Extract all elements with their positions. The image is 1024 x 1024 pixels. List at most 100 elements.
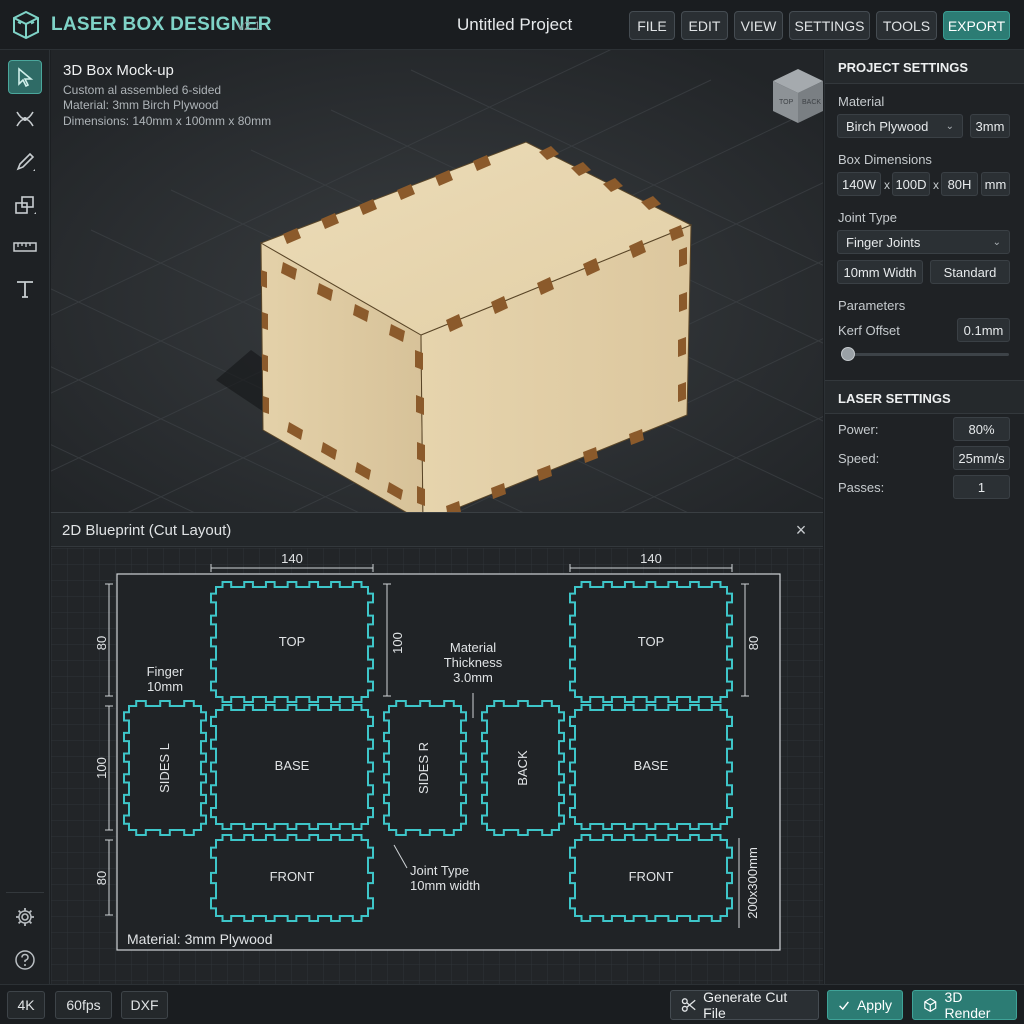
settings-tool-button[interactable] [8,900,42,934]
project-settings-heading: PROJECT SETTINGS [825,50,1024,84]
dim-width-right: 140 [640,551,662,566]
viewport-description: Custom al assembled 6-sided [63,83,222,97]
check-icon [839,1000,849,1010]
joint-annotation-line1: Joint Type [410,863,469,878]
power-label: Power: [838,422,879,437]
blueprint-panel: 2D Blueprint (Cut Layout) × 140 140 80 1… [51,512,823,985]
dim-separator-1: x [884,178,890,192]
export-button[interactable]: EXPORT [943,11,1010,40]
view-cube-back-label: BACK [802,99,821,106]
blueprint-title: 2D Blueprint (Cut Layout) [62,522,232,539]
settings-menu-button[interactable]: SETTINGS [789,11,870,40]
part-label-base-1: BASE [275,758,310,773]
help-icon [15,950,35,970]
format-chip[interactable]: DXF [121,991,168,1019]
joint-style-select[interactable]: Standard [930,260,1010,284]
depth-field[interactable]: 100D [892,172,930,196]
3d-viewport[interactable]: TOP BACK 3D Box Mock-up Custom al assemb… [51,50,823,512]
dim-right-height: 80 [746,636,761,650]
right-panel: PROJECT SETTINGS Material Birch Plywood … [824,50,1024,984]
material-footer: Material: 3mm Plywood [127,931,273,947]
material-label: Material [838,94,885,109]
pen-icon [16,152,35,171]
top-bar: LASER BOX DESIGNER v2.1 Untitled Project… [0,0,1024,50]
help-tool-button[interactable] [8,943,42,977]
joint-width-field[interactable]: 10mm Width [837,260,923,284]
shapes-icon [15,196,36,214]
ruler-icon [13,242,37,252]
passes-field[interactable]: 1 [953,475,1010,499]
thickness-annotation-line1: Material [450,640,496,655]
joint-type-select[interactable]: Finger Joints ⌄ [837,230,1010,254]
3d-render-button[interactable]: 3D Render [912,989,1017,1021]
kerf-offset-label: Kerf Offset [838,323,900,338]
part-label-front-2: FRONT [629,869,674,884]
bottom-bar: 4K 60fps DXF Generate Cut File Apply 3D … [0,984,1024,1024]
chevron-down-icon: ⌄ [992,236,1001,248]
width-field[interactable]: 140W [837,172,881,196]
joint-type-label: Joint Type [838,210,898,225]
tools-menu-button[interactable]: TOOLS [876,11,937,40]
close-icon[interactable]: × [791,520,811,540]
select-icon [18,67,34,87]
thickness-field[interactable]: 3mm [970,114,1010,138]
render-label: 3D Render [944,989,991,1021]
shapes-tool-button[interactable] [8,188,42,222]
viewport-title: 3D Box Mock-up [63,62,174,79]
ruler-tool-button[interactable] [8,230,42,264]
node-edit-tool-button[interactable] [8,102,42,136]
power-field[interactable]: 80% [953,417,1010,441]
part-label-top-1: TOP [279,634,306,649]
height-field[interactable]: 80H [941,172,978,196]
finger-annotation-line1: Finger [147,664,185,679]
apply-button[interactable]: Apply [827,990,903,1020]
dim-separator-2: x [933,178,939,192]
box-logo-icon [13,10,39,40]
part-label-top-2: TOP [638,634,665,649]
unit-select[interactable]: mm [981,172,1010,196]
resolution-chip[interactable]: 4K [7,991,45,1019]
view-cube-top-label: TOP [779,99,794,106]
material-select[interactable]: Birch Plywood ⌄ [837,114,963,138]
text-icon [17,281,33,298]
dim-front-height: 80 [94,871,109,885]
passes-label: Passes: [838,480,885,495]
speed-field[interactable]: 25mm/s [953,446,1010,470]
project-title[interactable]: Untitled Project [457,15,572,35]
pen-tool-button[interactable] [8,145,42,179]
viewport-dimensions: Dimensions: 140mm x 100mm x 80mm [63,114,272,128]
fps-chip[interactable]: 60fps [55,991,112,1019]
kerf-offset-field[interactable]: 0.1mm [957,318,1010,342]
blueprint-header: 2D Blueprint (Cut Layout) × [51,513,823,547]
dim-center-height: 100 [390,632,405,654]
generate-cut-file-button[interactable]: Generate Cut File [670,989,819,1021]
laser-settings-heading: LASER SETTINGS [825,380,1024,414]
app-version: v2.1 [238,19,261,33]
thickness-annotation-line2: Thickness [444,655,503,670]
joint-type-value: Finger Joints [846,234,921,250]
parameters-label: Parameters [838,298,906,313]
cube-icon [924,997,937,1013]
kerf-slider-track[interactable] [843,353,1009,356]
node-edit-icon [16,111,34,127]
speed-label: Speed: [838,451,880,466]
select-tool-button[interactable] [8,60,42,94]
material-value: Birch Plywood [846,118,929,134]
edit-menu-button[interactable]: EDIT [681,11,728,40]
part-label-front-1: FRONT [270,869,315,884]
sheet-size-label: 200x300mm [745,847,760,919]
view-menu-button[interactable]: VIEW [734,11,783,40]
part-label-sides-r: SIDES R [416,742,431,794]
gear-icon [16,908,34,926]
kerf-slider-handle[interactable] [841,347,855,361]
file-menu-button[interactable]: FILE [629,11,675,40]
box-dimensions-label: Box Dimensions [838,152,932,167]
chevron-down-icon: ⌄ [945,120,954,132]
finger-annotation-line2: 10mm [147,679,183,694]
part-label-back: BACK [515,750,530,786]
dim-sides-height: 100 [94,757,109,779]
text-tool-button[interactable] [8,272,42,306]
left-toolbar [0,50,50,984]
generate-label: Generate Cut File [703,989,788,1021]
blueprint-canvas[interactable]: 140 140 80 100 80 100 80 Finger 10mm Mat… [51,548,823,985]
